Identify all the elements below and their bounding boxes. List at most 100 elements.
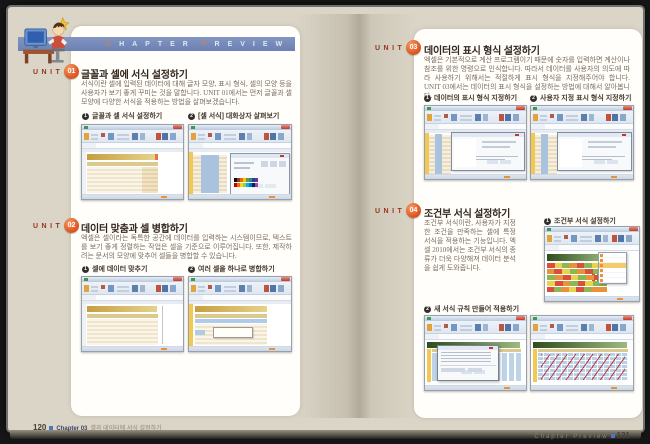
excel-sheet <box>531 340 633 385</box>
excel-thumbnail-conditional-format <box>544 226 640 302</box>
unit-02-caption-1: 1 셀에 데이터 맞추기 <box>82 264 147 274</box>
caption-text: 사용자 지정 표시 형식 지정하기 <box>540 93 632 103</box>
banner-letter: C <box>106 41 119 48</box>
chapter-label: Chapter 03 <box>56 426 87 432</box>
conditional-format-menu <box>598 252 627 284</box>
excel-sheet <box>531 130 633 174</box>
caption-number-icon: 2 <box>188 266 195 273</box>
page-gutter-shadow <box>296 14 418 418</box>
book-pages: CHAPTERPREVIEW UNIT 01 글꼴과 셀에 서식 설정하기 서식… <box>8 7 643 431</box>
excel-sheet <box>82 301 183 346</box>
excel-thumbnail-custom-format <box>530 105 634 180</box>
caption-text: [셀 서식] 대화상자 살펴보기 <box>198 111 279 121</box>
excel-ribbon <box>425 321 526 334</box>
excel-thumbnail-number-format <box>424 105 527 180</box>
excel-titlebar <box>189 277 291 282</box>
caption-text: 글꼴과 셀 서식 설정하기 <box>92 111 162 121</box>
unit-02-body: 엑셀은 셀이라는 독특한 공간에 데이터를 입력하는 시스템이므로, 텍스트를 … <box>81 234 292 261</box>
unit-01-label: UNIT <box>33 69 63 76</box>
excel-status-bar <box>425 385 526 390</box>
caption-number-icon: 2 <box>530 95 537 102</box>
unit-04-body: 조건부 서식이란, 사용자가 지정한 조건을 만족하는 셀에 특정 서식을 적용… <box>424 219 516 273</box>
right-page-footer: Chapter Preview 121 <box>414 425 630 443</box>
excel-thumbnail-font-cell-format <box>81 124 184 200</box>
unit-03-caption-2: 2 사용자 지정 표시 형식 지정하기 <box>530 93 632 103</box>
excel-status-bar <box>545 296 639 301</box>
excel-status-bar <box>425 174 526 179</box>
caption-text: 데이터의 표시 형식 지정하기 <box>434 93 517 103</box>
caption-number-icon: 1 <box>82 113 89 120</box>
unit-01-caption-1: 1 글꼴과 셀 서식 설정하기 <box>82 111 162 121</box>
chapter-title: 셀과 데이터에 서식 설정하기 <box>90 423 161 432</box>
unit-04-caption-2: 2 새 서식 규칙 만들어 적용하기 <box>424 304 519 314</box>
excel-ribbon <box>82 282 183 295</box>
book-spread-photo: CHAPTERPREVIEW UNIT 01 글꼴과 셀에 서식 설정하기 서식… <box>0 0 650 444</box>
excel-status-bar <box>189 346 291 351</box>
excel-sheet <box>189 149 291 194</box>
unit-04-caption-1: 1 조건부 서식 설정하기 <box>544 216 616 226</box>
excel-ribbon <box>531 321 633 334</box>
unit-02-label: UNIT <box>33 223 63 230</box>
page-number: 120 <box>33 423 46 432</box>
excel-thumbnail-new-rule-dialog <box>424 315 527 391</box>
left-page-footer: 120 Chapter 03 셀과 데이터에 서식 설정하기 <box>33 423 162 432</box>
caption-text: 새 서식 규칙 만들어 적용하기 <box>434 304 519 314</box>
unit-03-label: UNIT <box>375 45 405 52</box>
unit-03-badge: 03 <box>406 40 421 55</box>
excel-sheet <box>82 149 183 194</box>
unit-02-caption-2: 2 여러 셀을 하나로 병합하기 <box>188 264 275 274</box>
excel-sheet <box>189 301 291 346</box>
excel-titlebar <box>425 106 526 111</box>
excel-status-bar <box>189 194 291 199</box>
page-number: 121 <box>617 431 630 440</box>
excel-status-bar <box>531 174 633 179</box>
unit-03-title: 데이터의 표시 형식 설정하기 <box>424 42 540 57</box>
excel-thumbnail-rule-applied <box>530 315 634 391</box>
unit-04-label: UNIT <box>375 208 405 215</box>
excel-ribbon <box>531 111 633 124</box>
unit-02-badge: 02 <box>64 218 79 233</box>
caption-text: 조건부 서식 설정하기 <box>554 216 616 226</box>
unit-04-title: 조건부 서식 설정하기 <box>424 205 510 220</box>
unit-01-badge: 01 <box>64 64 79 79</box>
chapter-preview-label: Chapter Preview <box>534 434 608 440</box>
excel-status-bar <box>531 385 633 390</box>
excel-titlebar <box>545 227 639 232</box>
footer-bullet-icon <box>49 426 53 430</box>
banner-letter: P <box>202 41 215 48</box>
excel-titlebar <box>425 316 526 321</box>
person-at-computer-illustration <box>23 16 75 66</box>
excel-titlebar <box>531 316 633 321</box>
excel-sheet <box>545 251 639 296</box>
excel-status-bar <box>82 346 183 351</box>
excel-ribbon <box>425 111 526 124</box>
excel-thumbnail-cell-format-dialog <box>188 124 292 200</box>
format-cells-dialog <box>230 153 290 194</box>
excel-ribbon <box>189 282 291 295</box>
excel-sheet <box>425 340 526 385</box>
caption-number-icon: 1 <box>424 95 431 102</box>
excel-ribbon <box>189 130 291 143</box>
unit-03-caption-1: 1 데이터의 표시 형식 지정하기 <box>424 93 517 103</box>
unit-04-badge: 04 <box>406 203 421 218</box>
unit-01-caption-2: 2 [셀 서식] 대화상자 살펴보기 <box>188 111 279 121</box>
banner-word-chapter: HAPTER <box>119 41 196 48</box>
caption-number-icon: 2 <box>424 306 431 313</box>
unit-02-title: 데이터 맞춤과 셀 병합하기 <box>81 220 188 235</box>
new-formatting-rule-dialog <box>437 345 499 381</box>
excel-titlebar <box>82 125 183 130</box>
excel-thumbnail-data-align <box>81 276 184 352</box>
excel-thumbnail-merge-cells <box>188 276 292 352</box>
excel-sheet <box>425 130 526 174</box>
excel-status-bar <box>82 194 183 199</box>
banner-word-preview: REVIEW <box>215 41 291 48</box>
caption-number-icon: 1 <box>82 266 89 273</box>
excel-titlebar <box>189 125 291 130</box>
excel-titlebar <box>531 106 633 111</box>
number-format-dialog <box>451 132 525 171</box>
excel-ribbon <box>545 232 639 245</box>
caption-number-icon: 2 <box>188 113 195 120</box>
caption-text: 여러 셀을 하나로 병합하기 <box>198 264 275 274</box>
unit-01-title: 글꼴과 셀에 서식 설정하기 <box>81 66 188 81</box>
custom-format-dialog <box>557 132 632 171</box>
